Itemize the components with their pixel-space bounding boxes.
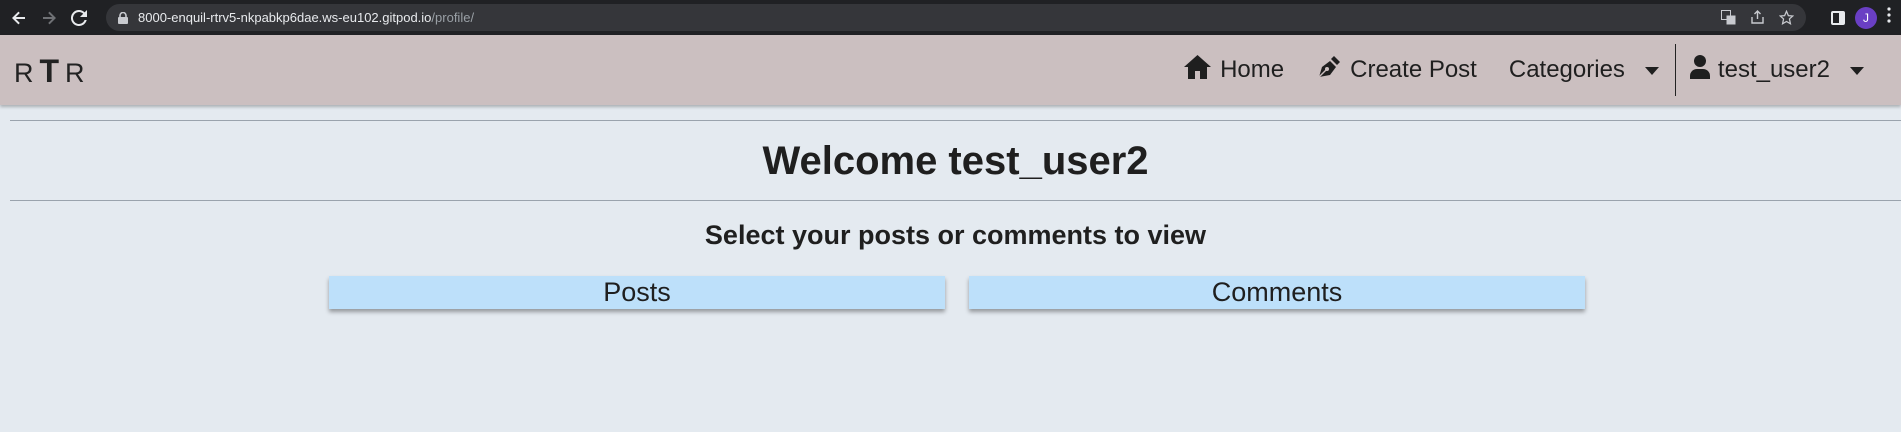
side-panel-icon[interactable]: [1831, 10, 1845, 25]
nav-user-label: test_user2: [1717, 56, 1830, 83]
back-arrow-icon[interactable]: [5, 4, 33, 32]
address-bar-actions: [1721, 4, 1794, 31]
page-title: Welcome test_user2: [762, 139, 1149, 183]
top-divider: [10, 120, 1901, 121]
translate-icon[interactable]: [1721, 10, 1736, 25]
nav-divider: [1674, 44, 1676, 96]
bookmark-star-icon[interactable]: [1779, 10, 1794, 25]
comments-button[interactable]: Comments: [969, 276, 1585, 309]
site-navbar: R T R Home Create Post Categories test_u…: [0, 35, 1901, 105]
kebab-menu-icon[interactable]: [1887, 7, 1895, 28]
nav-create-post-label: Create Post: [1350, 56, 1477, 83]
logo-letter-t: T: [39, 53, 66, 89]
nav-home-label: Home: [1220, 56, 1285, 83]
site-logo[interactable]: R T R: [14, 53, 91, 90]
logo-letter-r2: R: [65, 58, 91, 88]
nav-links: Home Create Post Categories test_user2: [1183, 35, 1901, 105]
posts-button[interactable]: Posts: [329, 276, 945, 309]
browser-right-controls: J: [1831, 0, 1901, 35]
nav-categories-dropdown[interactable]: Categories: [1509, 56, 1659, 84]
title-divider: [10, 200, 1901, 201]
pen-nib-icon: [1316, 54, 1342, 87]
logo-letter-r1: R: [14, 58, 40, 88]
url-host: 8000-enquil-rtrv5-nkpabkp6dae.ws-eu102.g…: [138, 10, 432, 25]
address-bar[interactable]: 8000-enquil-rtrv5-nkpabkp6dae.ws-eu102.g…: [106, 4, 1806, 31]
forward-arrow-icon[interactable]: [35, 4, 63, 32]
chevron-down-icon: [1644, 67, 1659, 75]
share-icon[interactable]: [1750, 10, 1765, 25]
browser-toolbar: 8000-enquil-rtrv5-nkpabkp6dae.ws-eu102.g…: [0, 0, 1901, 35]
nav-categories-label: Categories: [1508, 56, 1625, 83]
nav-home-link[interactable]: Home: [1183, 54, 1284, 87]
lock-icon: [118, 11, 128, 24]
nav-create-post-link[interactable]: Create Post: [1316, 54, 1477, 87]
browser-nav-buttons: [5, 4, 93, 32]
nav-user-dropdown[interactable]: test_user2: [1689, 54, 1864, 86]
url-path: /profile/: [431, 10, 475, 25]
reload-icon[interactable]: [65, 4, 93, 32]
house-icon: [1183, 54, 1212, 87]
page-subtitle: Select your posts or comments to view: [704, 220, 1207, 250]
chevron-down-icon: [1850, 67, 1864, 75]
profile-avatar[interactable]: J: [1855, 6, 1877, 29]
user-icon: [1689, 54, 1710, 86]
